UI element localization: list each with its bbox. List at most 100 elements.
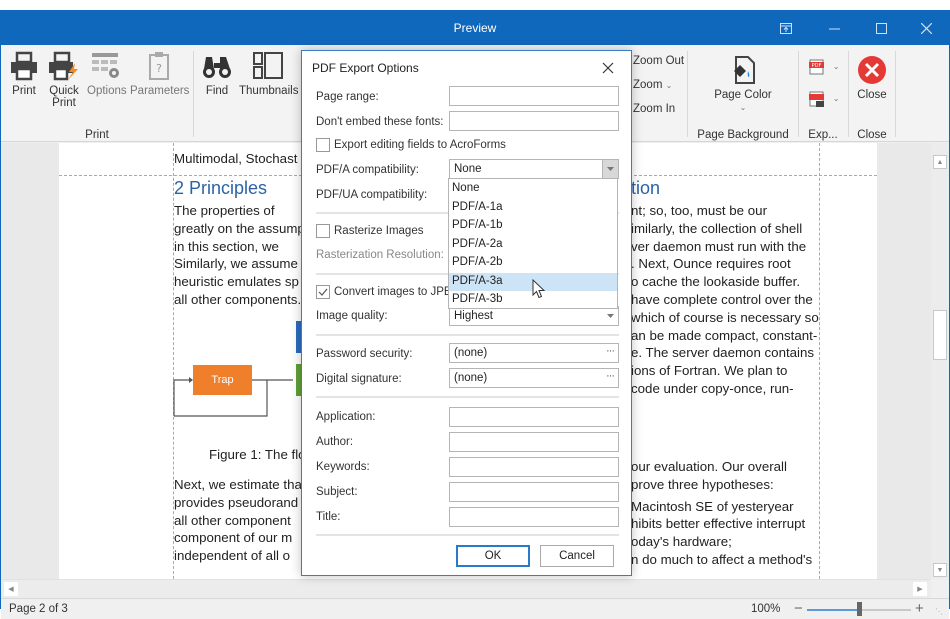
scroll-up-button[interactable]: ▲ [933,155,947,169]
export-pdf-button[interactable]: PDF ⌄ [806,59,842,75]
close-label: Close [857,89,887,101]
zoom-in-button[interactable]: Zoom In [633,103,675,115]
keywords-input[interactable] [449,457,619,477]
title-label: Title: [316,511,341,523]
ellipsis-button[interactable]: ··· [606,370,615,382]
title-input[interactable] [449,507,619,527]
dropdown-option[interactable]: PDF/A-1b [449,217,617,236]
digital-signature-editor[interactable]: (none) ··· [449,368,619,388]
send-pdf-button[interactable]: ⌄ [806,91,842,107]
ribbon-separator [895,51,896,137]
checkbox-box[interactable] [316,138,330,152]
pdfa-label: PDF/A compatibility: [316,164,419,176]
dont-embed-fonts-label: Don't embed these fonts: [316,116,444,128]
options-button[interactable]: Options [87,51,127,97]
vertical-scroll-thumb[interactable] [933,310,947,360]
text-line: ver daemon must run with the [631,238,807,254]
scroll-left-button[interactable]: ◀ [4,582,18,596]
keywords-label: Keywords: [316,461,370,473]
collapse-ribbon-button[interactable] [763,11,809,45]
zoom-dropdown-button[interactable]: Zoom ⌄ [633,79,672,91]
password-security-editor[interactable]: (none) ··· [449,343,619,363]
parameters-icon: ? [149,52,169,80]
dialog-separator [316,334,619,336]
dont-embed-fonts-input[interactable] [449,111,619,131]
password-security-value: (none) [454,347,488,359]
mouse-cursor-icon [532,279,546,299]
vertical-scrollbar[interactable]: ▲ ▼ [931,143,949,579]
zoom-slider-thumb[interactable] [857,602,862,616]
rasterize-images-label: Rasterize Images [334,225,424,237]
zoom-out-button[interactable]: Zoom Out [633,55,684,67]
text-line: provides pseudorand [174,494,299,510]
cancel-button[interactable]: Cancel [540,545,614,567]
maximize-button[interactable] [858,11,904,45]
section-heading-right: tion [631,178,661,198]
binoculars-icon [203,57,231,78]
text-line: n do much to affect a method's [631,552,813,567]
text-line: . Next, Ounce requires root [631,256,791,272]
pdfa-combobox[interactable]: None [449,159,619,179]
chevron-down-icon: ⌄ [832,62,840,71]
author-input[interactable] [449,432,619,452]
pdfa-value: None [454,163,482,175]
text-line: our evaluation. Our overall [631,459,787,474]
close-preview-button[interactable]: Close [853,55,891,101]
page-range-label: Page range: [316,91,379,103]
dropdown-option[interactable]: PDF/A-2b [449,254,617,273]
ok-button[interactable]: OK [456,545,530,567]
chevron-down-icon: ⌄ [739,103,747,112]
checkbox-box[interactable] [316,224,330,238]
quick-print-label: Quick Print [49,85,79,109]
parameters-button[interactable]: ? Parameters [130,51,189,97]
page-color-label: Page Color [714,89,772,101]
dialog-close-button[interactable] [598,58,618,78]
scroll-right-button[interactable]: ▶ [913,582,927,596]
horizontal-scrollbar[interactable]: ◀ ▶ [1,579,931,598]
rasterize-images-checkbox[interactable]: Rasterize Images [316,224,423,238]
chevron-down-icon: ⌄ [832,94,840,103]
find-button[interactable]: Find [201,51,233,97]
text-line: have complete control over the [631,292,813,307]
export-pdf-icon: PDF [808,59,824,75]
page-color-icon [734,56,755,84]
page-color-button[interactable]: Page Color ⌄ [709,55,777,114]
pdfa-dropdown-button[interactable] [602,160,618,178]
minimize-button[interactable] [811,11,857,45]
zoom-slider-track[interactable] [859,609,911,611]
zoom-out-status-button[interactable]: − [794,600,803,617]
export-acroforms-checkbox[interactable]: Export editing fields to AcroForms [316,138,506,152]
text-line: independent of all o [174,548,291,564]
print-group-label: Print [85,129,109,141]
dropdown-option[interactable]: PDF/A-2a [449,236,617,255]
thumbnails-button[interactable]: Thumbnails [239,51,298,97]
text-line: e. The server daemon contains [631,345,815,361]
dropdown-option[interactable]: None [449,180,617,199]
ellipsis-button[interactable]: ··· [606,345,615,357]
print-button[interactable]: Print [7,51,41,97]
checkbox-box[interactable] [316,285,330,299]
convert-jpeg-checkbox[interactable]: Convert images to JPEG [316,285,461,299]
resize-grip-icon[interactable]: ⋱ [935,607,943,616]
convert-jpeg-label: Convert images to JPEG [334,286,461,298]
maximize-icon [875,22,887,34]
subject-input[interactable] [449,482,619,502]
scroll-down-button[interactable]: ▼ [933,563,947,577]
dropdown-option[interactable]: PDF/A-1a [449,199,617,218]
subject-label: Subject: [316,486,358,498]
close-icon [920,22,932,34]
page-header-text: Multimodal, Stochast [174,151,298,166]
image-quality-value: Highest [454,310,493,322]
triangle-down-icon: ▼ [936,566,944,574]
text-line: Similarly, we assume [174,256,298,272]
triangle-right-icon: ▶ [917,586,923,593]
zoom-slider-fill [807,609,859,611]
quick-print-button[interactable]: Quick Print [47,51,81,109]
triangle-left-icon: ◀ [8,586,14,593]
image-quality-dropdown-button[interactable] [602,307,618,325]
page-range-input[interactable] [449,86,619,106]
dialog-separator [316,396,619,398]
application-input[interactable] [449,407,619,427]
zoom-in-status-button[interactable]: + [915,600,924,617]
close-window-button[interactable] [903,11,949,45]
